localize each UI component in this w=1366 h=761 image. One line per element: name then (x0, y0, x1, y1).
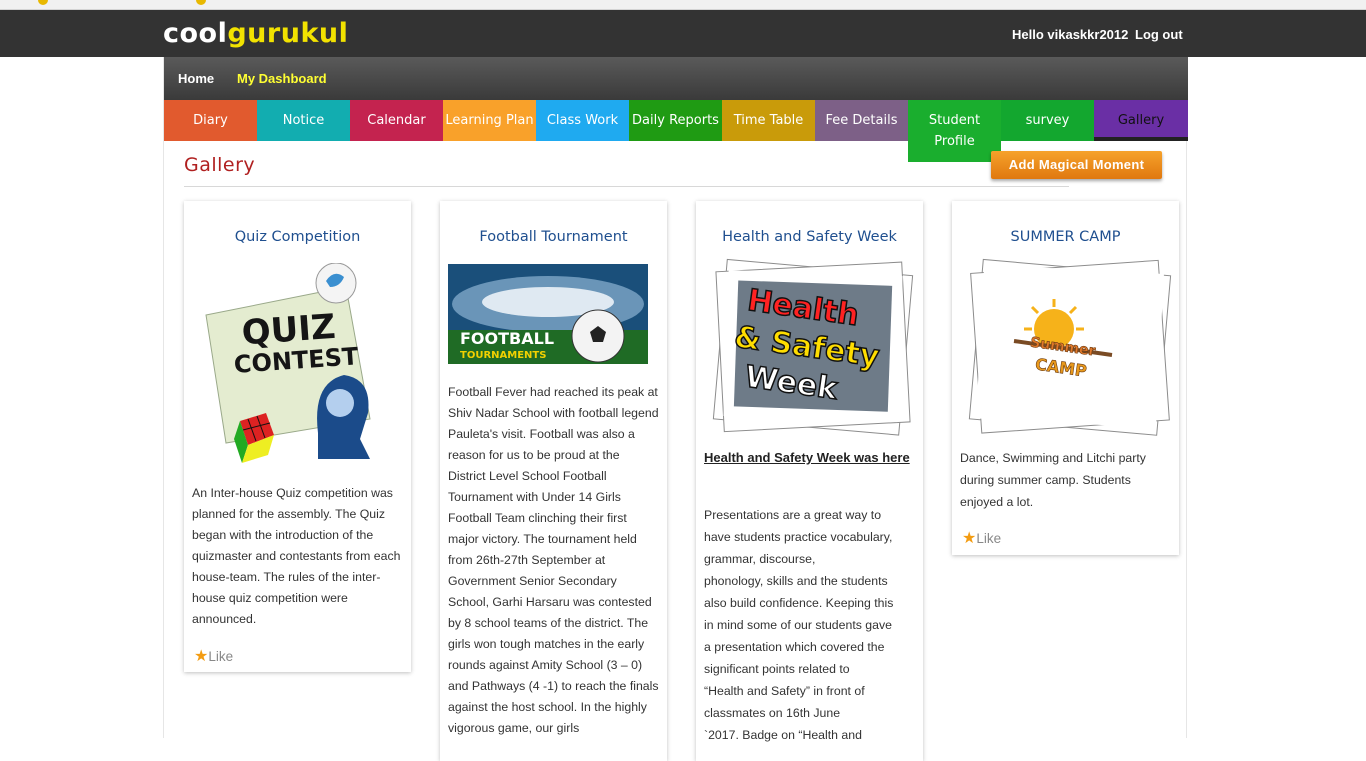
card-title: Football Tournament (479, 229, 628, 245)
page-title: Gallery (184, 154, 256, 176)
favicon-icon (196, 0, 206, 5)
browser-toolbar-strip (0, 0, 1366, 10)
tab-label: Fee Details (825, 113, 898, 128)
tab-label: Calendar (367, 113, 426, 128)
title-divider (184, 186, 1069, 187)
card-title: SUMMER CAMP (1010, 229, 1121, 245)
logo-text-gurukul: gurukul (227, 18, 349, 49)
logo-text-cool: cool (163, 18, 228, 49)
main-page: Home My Dashboard Diary Notice Calendar … (163, 57, 1188, 761)
gallery-card-quiz: Quiz Competition QUIZ CONTEST An Inter-h… (184, 201, 411, 672)
site-logo[interactable]: coolgurukul (163, 18, 348, 49)
health-safety-image[interactable]: Health & Safety Week (706, 257, 914, 439)
gallery-card-health-safety: Health and Safety Week Health & Safety W… (696, 201, 923, 761)
user-greeting: Hello vikaskkr2012 (1012, 27, 1129, 42)
football-tournament-image[interactable]: FOOTBALL TOURNAMENTS (448, 264, 648, 364)
tab-class-work[interactable]: Class Work (536, 100, 629, 141)
quiz-contest-image[interactable]: QUIZ CONTEST (200, 263, 378, 465)
add-magical-moment-button[interactable]: Add Magical Moment (991, 151, 1162, 179)
tab-label: Gallery (1117, 113, 1165, 128)
tab-label: Student Profile (928, 113, 981, 149)
card-text-line: Presentations are a great way to (704, 508, 882, 522)
logout-link[interactable]: Log out (1135, 27, 1183, 42)
star-icon: ★ (194, 648, 209, 665)
tab-label: Diary (193, 113, 228, 128)
tab-label: Daily Reports (632, 113, 719, 128)
card-text-line: also build confidence. Keeping this (704, 596, 894, 610)
card-text-line: a presentation which covered the (704, 640, 885, 654)
gallery-card-football: Football Tournament FOOTBALL TOURNAMENTS… (440, 201, 667, 761)
card-text-line: phonology, skills and the students (704, 574, 888, 588)
tab-notice[interactable]: Notice (257, 100, 350, 141)
tab-fee-details[interactable]: Fee Details (815, 100, 908, 141)
card-title: Quiz Competition (234, 229, 361, 245)
like-label: Like (976, 531, 1002, 546)
like-label: Like (208, 649, 234, 664)
tab-label: Learning Plan (445, 113, 534, 128)
football-image-line2: TOURNAMENTS (460, 350, 546, 361)
health-safety-link[interactable]: Health and Safety Week was here (704, 447, 915, 469)
sub-navigation: Home My Dashboard (164, 57, 1188, 100)
card-text-line: classmates on 16th June (704, 706, 841, 720)
card-text-line: have students practice vocabulary, (704, 530, 893, 544)
card-description: Football Fever had reached its peak at S… (448, 385, 659, 735)
card-text-line: in mind some of our students gave (704, 618, 892, 632)
card-text-line: “Health and Safety” in front of (704, 684, 865, 698)
tab-label: survey (1025, 113, 1070, 128)
tab-student-profile[interactable]: Student Profile (908, 100, 1001, 162)
favicon-icon (38, 0, 48, 5)
tab-calendar[interactable]: Calendar (350, 100, 443, 141)
gallery-card-summer-camp: SUMMER CAMP Summer CAMP Dance, Swimming … (952, 201, 1179, 555)
tab-gallery[interactable]: Gallery (1094, 100, 1188, 141)
top-header: coolgurukul Hello vikaskkr2012 Log out (0, 10, 1366, 57)
card-description: An Inter-house Quiz competition was plan… (192, 486, 401, 626)
tab-daily-reports[interactable]: Daily Reports (629, 100, 722, 141)
like-button[interactable]: ★Like (194, 646, 233, 666)
tab-learning-plan[interactable]: Learning Plan (443, 100, 536, 141)
tab-survey[interactable]: survey (1001, 100, 1094, 141)
star-icon: ★ (962, 530, 977, 547)
card-title: Health and Safety Week (722, 229, 897, 245)
tab-diary[interactable]: Diary (164, 100, 257, 141)
like-button[interactable]: ★Like (962, 528, 1001, 548)
tab-label: Time Table (733, 113, 804, 128)
summer-camp-image[interactable]: Summer CAMP (962, 257, 1172, 439)
card-text-line: significant points related to (704, 662, 850, 676)
nav-dashboard-link[interactable]: My Dashboard (237, 71, 327, 86)
section-tabs: Diary Notice Calendar Learning Plan Clas… (164, 100, 1188, 162)
tab-label: Class Work (546, 113, 619, 128)
card-description: Dance, Swimming and Litchi party during … (960, 451, 1146, 509)
card-description: Presentations are a great way to have st… (704, 504, 915, 746)
card-text-line: grammar, discourse, (704, 552, 816, 566)
tab-time-table[interactable]: Time Table (722, 100, 815, 141)
nav-home-link[interactable]: Home (178, 71, 214, 86)
football-image-line1: FOOTBALL (460, 329, 554, 348)
tab-label: Notice (282, 113, 325, 128)
card-text-line: `2017. Badge on “Health and (704, 728, 862, 742)
